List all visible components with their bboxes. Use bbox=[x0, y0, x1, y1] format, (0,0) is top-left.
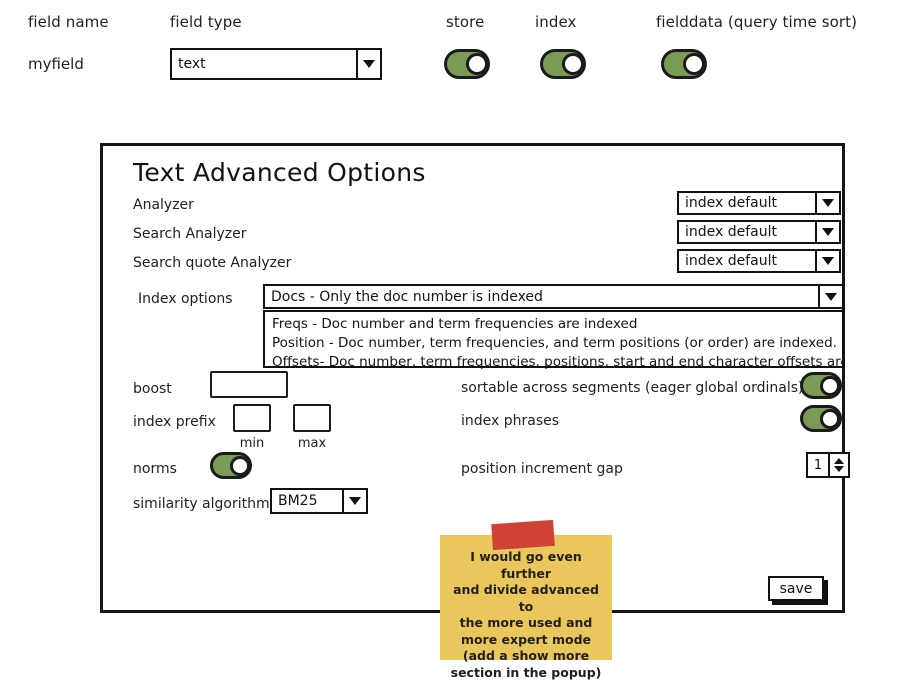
stepper-arrows[interactable] bbox=[828, 454, 848, 476]
index-options-selected-value: Docs - Only the doc number is indexed bbox=[271, 288, 543, 305]
index-prefix-min-input[interactable] bbox=[233, 404, 271, 432]
similarity-algorithm-value: BM25 bbox=[278, 493, 318, 509]
toggle-knob bbox=[562, 53, 584, 75]
analyzer-select[interactable]: index default bbox=[677, 191, 841, 215]
index-phrases-toggle[interactable] bbox=[800, 405, 842, 432]
index-options-item[interactable]: Offsets- Doc number, term frequencies, p… bbox=[265, 353, 842, 372]
index-options-dropdown-list[interactable]: Freqs - Doc number and term frequencies … bbox=[263, 310, 844, 370]
index-prefix-max-caption: max bbox=[297, 436, 327, 451]
caret-down-icon bbox=[834, 466, 844, 472]
search-quote-analyzer-select[interactable]: index default bbox=[677, 249, 841, 273]
store-toggle[interactable] bbox=[444, 49, 490, 79]
search-quote-analyzer-label: Search quote Analyzer bbox=[133, 255, 292, 271]
column-header-store: store bbox=[446, 13, 485, 31]
toggle-knob bbox=[820, 408, 840, 429]
fielddata-toggle[interactable] bbox=[661, 49, 707, 79]
toggle-knob bbox=[230, 455, 250, 476]
norms-toggle[interactable] bbox=[210, 452, 252, 479]
field-type-select-value: text bbox=[178, 56, 206, 72]
column-header-field-name: field name bbox=[28, 13, 109, 31]
index-phrases-label: index phrases bbox=[461, 413, 560, 429]
toggle-knob bbox=[466, 53, 488, 75]
index-options-label: Index options bbox=[138, 291, 233, 307]
chevron-down-icon[interactable] bbox=[815, 251, 839, 271]
position-increment-gap-label: position increment gap bbox=[461, 461, 623, 477]
index-toggle[interactable] bbox=[540, 49, 586, 79]
norms-label: norms bbox=[133, 461, 177, 477]
chevron-down-icon[interactable] bbox=[342, 490, 366, 512]
search-analyzer-select-value: index default bbox=[685, 224, 778, 240]
field-name-value: myfield bbox=[28, 55, 84, 73]
search-quote-analyzer-select-value: index default bbox=[685, 253, 778, 269]
boost-input[interactable] bbox=[210, 371, 288, 398]
save-button[interactable]: save bbox=[768, 576, 824, 601]
column-header-field-type: field type bbox=[170, 13, 242, 31]
sortable-across-segments-toggle[interactable] bbox=[800, 372, 842, 399]
toggle-knob bbox=[683, 53, 705, 75]
column-header-fielddata: fielddata (query time sort) bbox=[656, 13, 858, 31]
search-analyzer-select[interactable]: index default bbox=[677, 220, 841, 244]
sticky-note-tape bbox=[491, 519, 555, 551]
similarity-algorithm-select[interactable]: BM25 bbox=[270, 488, 368, 514]
index-options-select[interactable]: Docs - Only the doc number is indexed bbox=[263, 284, 844, 309]
column-header-index: index bbox=[535, 13, 577, 31]
position-increment-gap-value: 1 bbox=[813, 457, 823, 473]
wireframe-canvas: field name field type store index fieldd… bbox=[0, 0, 909, 680]
index-options-item[interactable]: Freqs - Doc number and term frequencies … bbox=[265, 315, 842, 334]
search-analyzer-label: Search Analyzer bbox=[133, 226, 247, 242]
sticky-note-text: I would go even further and divide advan… bbox=[450, 549, 602, 680]
caret-up-icon bbox=[834, 458, 844, 464]
index-prefix-min-caption: min bbox=[239, 436, 265, 451]
index-options-item[interactable]: Position - Doc number, term frequencies,… bbox=[265, 334, 842, 353]
sortable-across-segments-label: sortable across segments (eager global o… bbox=[461, 380, 804, 396]
analyzer-select-value: index default bbox=[685, 195, 778, 211]
similarity-algorithm-label: similarity algorithm bbox=[133, 496, 270, 512]
dialog-title: Text Advanced Options bbox=[133, 158, 426, 187]
chevron-down-icon[interactable] bbox=[815, 222, 839, 242]
index-prefix-max-input[interactable] bbox=[293, 404, 331, 432]
chevron-down-icon[interactable] bbox=[815, 193, 839, 213]
index-prefix-label: index prefix bbox=[133, 414, 216, 430]
sticky-note: I would go even further and divide advan… bbox=[440, 535, 612, 680]
toggle-knob bbox=[820, 375, 840, 396]
chevron-down-icon[interactable] bbox=[818, 286, 842, 307]
field-type-select[interactable]: text bbox=[170, 48, 382, 80]
boost-label: boost bbox=[133, 381, 172, 397]
position-increment-gap-stepper[interactable]: 1 bbox=[806, 452, 850, 478]
analyzer-label: Analyzer bbox=[133, 197, 194, 213]
chevron-down-icon[interactable] bbox=[356, 50, 380, 78]
